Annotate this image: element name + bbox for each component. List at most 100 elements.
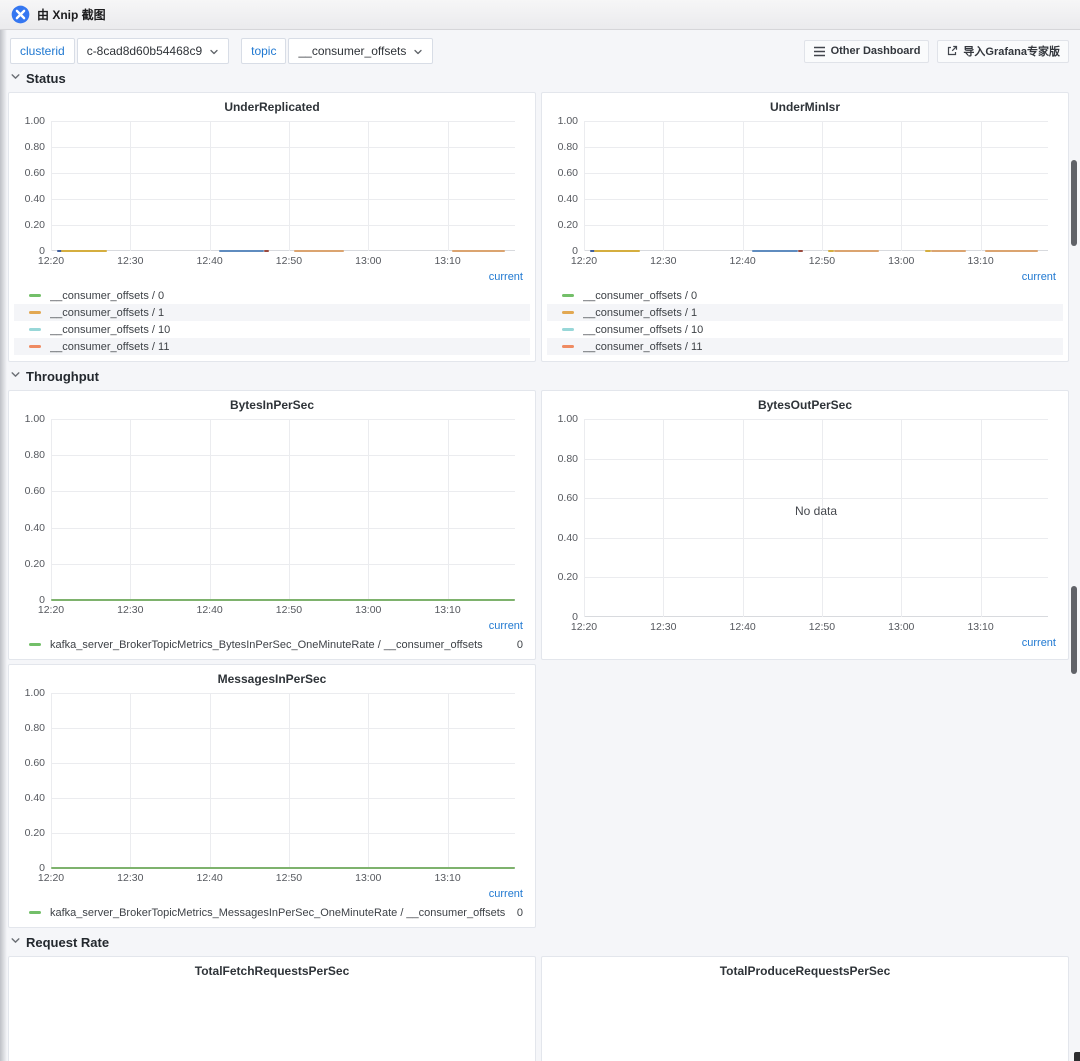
y-axis-tick-label: 1.00 [557,115,578,127]
dashboard-page: clusterid c-8cad8d60b54468c9 topic __con… [0,30,1080,1061]
legend-current-header[interactable]: current [9,888,535,904]
series-color-dash-icon [29,328,41,331]
x-axis-tick-label: 12:20 [37,255,65,267]
chevron-down-icon [10,69,21,87]
legend-item[interactable]: __consumer_offsets / 10 [547,321,1063,338]
legend-current-header[interactable]: current [542,271,1068,287]
xnip-capture-bar: 由 Xnip 截图 [0,0,1080,30]
legend-item[interactable]: __consumer_offsets / 1 [14,304,530,321]
gridline-horizontal [51,455,515,457]
legend-current-header[interactable]: current [9,620,535,636]
panel-title[interactable]: BytesOutPerSec [542,391,1068,415]
import-grafana-button-label: 导入Grafana专家版 [963,46,1060,58]
legend-item[interactable]: __consumer_offsets / 11 [547,338,1063,355]
x-axis-tick-label: 13:00 [355,255,382,267]
y-axis-tick-label: 1.00 [557,413,578,425]
gridline-vertical [130,693,132,868]
legend-item[interactable]: __consumer_offsets / 10 [14,321,530,338]
panel-title[interactable]: BytesInPerSec [9,391,535,415]
import-grafana-button[interactable]: 导入Grafana专家版 [937,39,1069,63]
gridline-vertical [130,419,132,600]
panel-bottom-padding [9,653,535,659]
series-line-segment [51,599,515,601]
clusterid-select[interactable]: c-8cad8d60b54468c9 [76,38,230,64]
legend-item[interactable]: kafka_server_BrokerTopicMetrics_BytesInP… [14,636,530,653]
topic-filter-label: topic [241,38,287,64]
clusterid-select-value: c-8cad8d60b54468c9 [86,44,203,58]
panel-title[interactable]: MessagesInPerSec [9,665,535,689]
legend-current-header[interactable]: current [9,271,535,287]
legend-item[interactable]: __consumer_offsets / 1 [547,304,1063,321]
section-header-request-rate[interactable]: Request Rate [10,934,1069,950]
x-axis-tick-label: 12:40 [196,872,223,884]
x-axis-tick-label: 12:50 [275,872,303,884]
gridline-vertical [980,121,982,251]
gridline-vertical [447,121,449,251]
panel-title[interactable]: UnderMinIsr [542,93,1068,117]
gridline-vertical [368,121,370,251]
capture-watermark-label: 由 Xnip 截图 [37,8,106,22]
x-axis-tick-label: 12:30 [117,872,144,884]
series-line-segment [752,250,799,252]
other-dashboard-button[interactable]: Other Dashboard [803,39,930,63]
legend-current-header[interactable]: current [542,637,1068,653]
panel-title[interactable]: UnderReplicated [9,93,535,117]
scrollbar-thumb[interactable] [1071,160,1077,246]
panel-title[interactable]: TotalProduceRequestsPerSec [542,957,1068,981]
series-line-segment [60,250,107,252]
legend-item-label: __consumer_offsets / 10 [50,323,171,336]
gridline-horizontal [51,250,515,251]
legend-item-current-value: 0 [516,638,523,651]
panel-row: BytesInPerSec 1.00 0.80 0.60 0.40 0.20 0 12:20 1… [8,390,1069,660]
y-axis-tick-label: 0.60 [24,485,45,498]
gridline-horizontal [51,833,515,834]
scrollbar-corner-mark [1074,1052,1080,1061]
panel-bottom-padding [542,653,1068,659]
x-axis-tick-label: 12:20 [570,621,598,633]
series-color-dash-icon [562,311,574,314]
x-axis-tick-label: 12:40 [729,621,756,633]
panel-messagesinpersec: MessagesInPerSec 1.00 0.80 0.60 0.40 0.20 0 12:… [8,664,536,928]
panel-title[interactable]: TotalFetchRequestsPerSec [9,957,535,981]
x-axis-tick-label: 12:40 [729,255,756,267]
y-axis-tick-label: 0.80 [24,141,45,153]
y-axis-tick-label: 0.60 [24,167,45,179]
series-line-segment [828,250,834,252]
topic-select[interactable]: __consumer_offsets [288,38,434,64]
legend-item[interactable]: __consumer_offsets / 0 [14,287,530,304]
legend-item-label: __consumer_offsets / 10 [583,323,704,336]
toolbar-right-group: Other Dashboard 导入Grafana专家版 [803,39,1069,63]
gridline-vertical [288,693,290,868]
gridline-horizontal [584,616,1048,617]
section-title: Status [26,70,66,86]
gridline-horizontal [51,563,515,565]
series-line-segment [833,250,880,252]
x-axis-tick-label: 12:30 [650,255,677,267]
xnip-logo-icon [11,5,30,24]
gridline-vertical [51,419,52,600]
legend-item[interactable]: __consumer_offsets / 11 [14,338,530,355]
legend-item[interactable]: kafka_server_BrokerTopicMetrics_Messages… [14,904,530,921]
series-line-segment [51,867,515,869]
y-axis-tick-label: 1.00 [24,413,45,425]
y-axis-tick-label: 0.80 [24,449,45,462]
scrollbar-thumb[interactable] [1071,586,1077,674]
y-axis-tick-label: 0.40 [24,792,45,804]
series-color-dash-icon [29,294,41,297]
series-color-dash-icon [562,328,574,331]
x-axis-tick-label: 12:50 [808,621,836,633]
gridline-vertical [51,121,52,251]
topic-select-value: __consumer_offsets [298,44,407,58]
y-axis-tick-label: 1.00 [24,687,45,699]
series-color-dash-icon [29,911,41,914]
gridline-horizontal [51,763,515,764]
section-header-status[interactable]: Status [10,70,1069,86]
panel-bottom-padding [9,921,535,927]
legend-item[interactable]: __consumer_offsets / 0 [547,287,1063,304]
panel-row: MessagesInPerSec 1.00 0.80 0.60 0.40 0.20 0 12:… [8,664,1069,928]
section-header-throughput[interactable]: Throughput [10,368,1069,384]
series-line-segment [293,250,345,252]
x-axis-tick-label: 12:30 [117,604,144,616]
topic-filter: topic __consumer_offsets [241,38,434,64]
external-link-icon [946,45,958,57]
